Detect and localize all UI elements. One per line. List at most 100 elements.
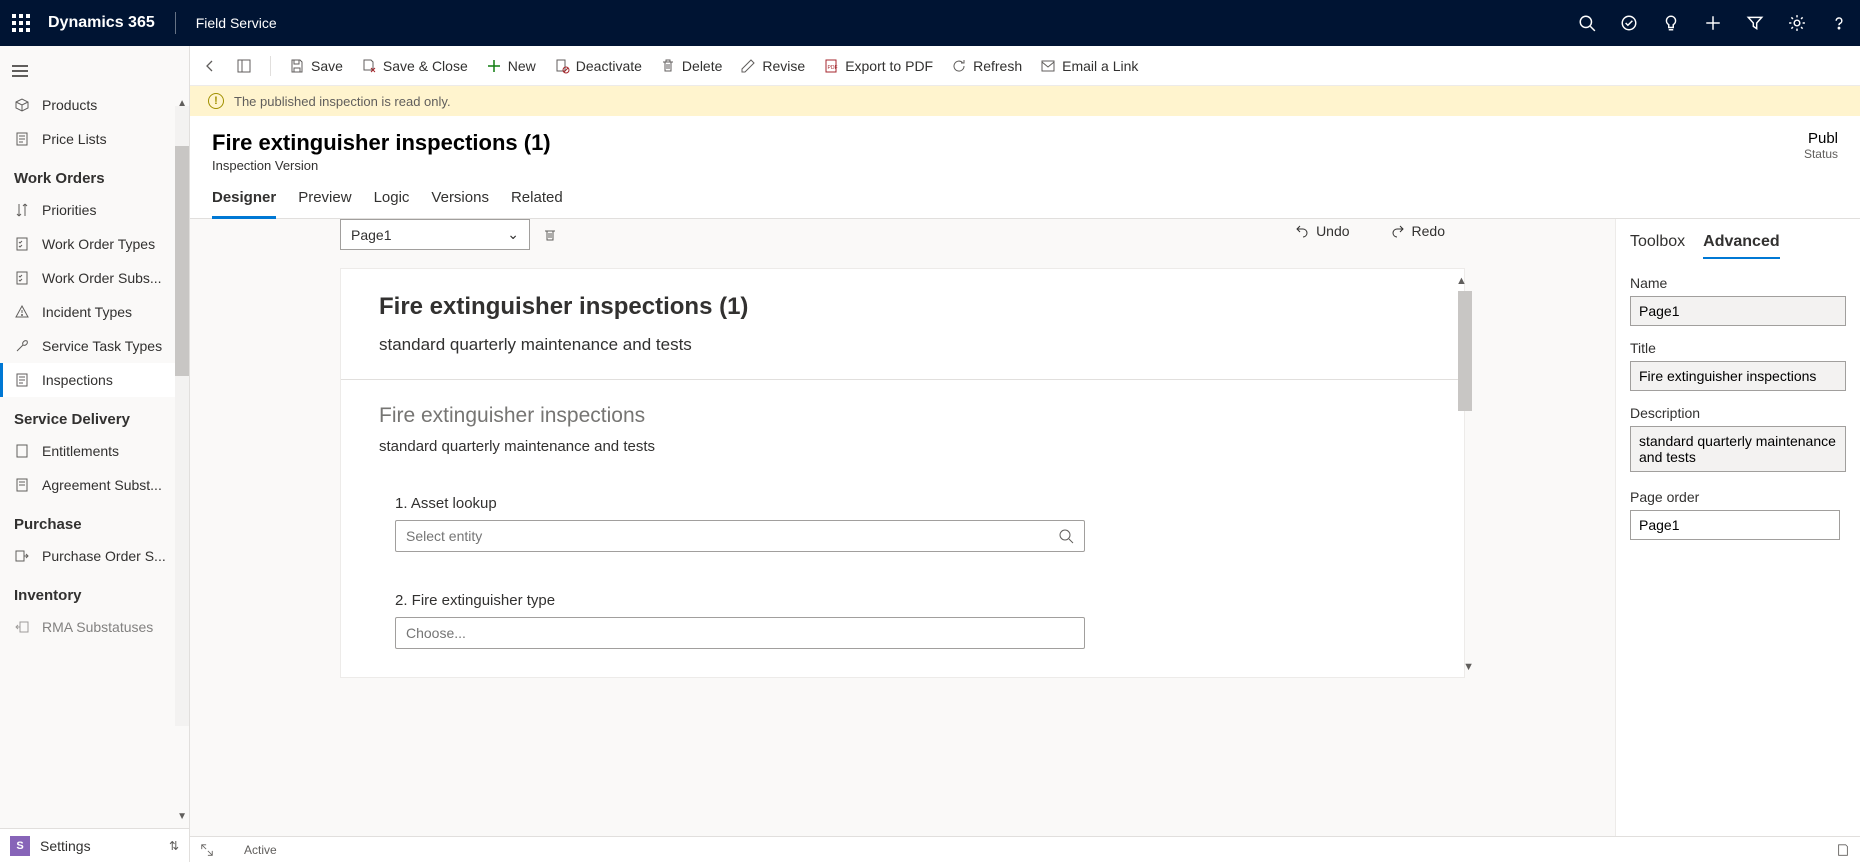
redo-button[interactable]: Redo [1390, 223, 1445, 239]
search-icon[interactable] [1578, 14, 1596, 32]
sidebar-item-rma-substatuses[interactable]: RMA Substatuses [0, 610, 189, 644]
tab-logic[interactable]: Logic [374, 189, 410, 218]
scroll-down-caret[interactable]: ▼ [1463, 661, 1474, 673]
sidebar-item-label: Work Order Subs... [42, 270, 162, 286]
wrench-icon [14, 338, 30, 354]
sidebar-item-service-task-types[interactable]: Service Task Types [0, 329, 189, 363]
main-area: Save Save & Close New Deactivate Delete … [190, 46, 1860, 862]
name-input[interactable] [1630, 296, 1846, 326]
topbar-actions [1578, 14, 1848, 32]
undo-button[interactable]: Undo [1294, 223, 1349, 239]
divider [175, 12, 176, 34]
sidebar-item-incident-types[interactable]: Incident Types [0, 295, 189, 329]
new-button[interactable]: New [486, 58, 536, 74]
divider [341, 379, 1464, 380]
delete-page-button[interactable] [542, 227, 558, 243]
doc-icon [14, 131, 30, 147]
card-title: Fire extinguisher inspections (1) [379, 293, 1426, 321]
sidebar-item-priorities[interactable]: Priorities [0, 193, 189, 227]
page-order-label: Page order [1630, 489, 1846, 505]
deactivate-button[interactable]: Deactivate [554, 58, 642, 74]
sidebar-footer[interactable]: S Settings ⇅ [0, 828, 189, 862]
mail-icon [1040, 58, 1056, 74]
sidebar-item-label: Inspections [42, 372, 113, 388]
updown-icon[interactable]: ⇅ [169, 839, 179, 853]
pdf-icon: PDF [823, 58, 839, 74]
description-input[interactable]: standard quarterly maintenance and tests [1630, 426, 1846, 472]
sidebar-item-label: Priorities [42, 202, 96, 218]
save-status-icon[interactable] [1836, 843, 1850, 857]
sidebar-item-entitlements[interactable]: Entitlements [0, 434, 189, 468]
sidebar-item-wo-types[interactable]: Work Order Types [0, 227, 189, 261]
question-1-label: 1. Asset lookup [395, 495, 1426, 512]
tab-related[interactable]: Related [511, 189, 563, 218]
description-label: Description [1630, 405, 1846, 421]
gear-icon[interactable] [1788, 14, 1806, 32]
refresh-button[interactable]: Refresh [951, 58, 1022, 74]
settings-badge: S [10, 836, 30, 856]
sidebar-item-price-lists[interactable]: Price Lists [0, 122, 189, 156]
asset-lookup-field[interactable] [406, 528, 1058, 544]
title-label: Title [1630, 340, 1846, 356]
tab-advanced[interactable]: Advanced [1703, 233, 1779, 259]
delete-button[interactable]: Delete [660, 58, 722, 74]
asset-lookup-input[interactable] [395, 520, 1085, 552]
page-selector[interactable]: Page1⌄ [340, 219, 530, 250]
app-launcher-icon[interactable] [12, 14, 30, 32]
filter-icon[interactable] [1746, 14, 1764, 32]
back-button[interactable] [202, 58, 218, 74]
tab-toolbox[interactable]: Toolbox [1630, 233, 1685, 259]
sidebar-item-products[interactable]: Products [0, 88, 189, 122]
brand-label: Dynamics 365 [48, 14, 155, 32]
title-input[interactable] [1630, 361, 1846, 391]
help-icon[interactable] [1830, 14, 1848, 32]
tab-preview[interactable]: Preview [298, 189, 351, 218]
search-icon [1058, 528, 1074, 544]
tab-versions[interactable]: Versions [431, 189, 489, 218]
sidebar-item-purchase-order[interactable]: Purchase Order S... [0, 539, 189, 573]
sidebar-item-agreement-subst[interactable]: Agreement Subst... [0, 468, 189, 502]
name-label: Name [1630, 275, 1846, 291]
cmd-label: Export to PDF [845, 58, 933, 74]
panel-button[interactable] [236, 58, 252, 74]
sidebar-item-label: Products [42, 97, 97, 113]
status-bar: Active [190, 836, 1860, 862]
save-icon [289, 58, 305, 74]
back-icon [202, 58, 218, 74]
warn-icon [14, 304, 30, 320]
svg-text:PDF: PDF [828, 65, 838, 71]
page-order-input[interactable] [1630, 510, 1840, 540]
sidebar-item-inspections[interactable]: Inspections [0, 363, 189, 397]
revise-button[interactable]: Revise [740, 58, 805, 74]
clipboard-icon [14, 270, 30, 286]
refresh-icon [951, 58, 967, 74]
expand-icon[interactable] [200, 843, 214, 857]
sidebar-item-wo-subs[interactable]: Work Order Subs... [0, 261, 189, 295]
scroll-down-caret[interactable]: ▼ [177, 811, 187, 822]
email-link-button[interactable]: Email a Link [1040, 58, 1138, 74]
save-close-button[interactable]: Save & Close [361, 58, 468, 74]
extinguisher-type-field[interactable] [406, 625, 1074, 641]
trash-icon [660, 58, 676, 74]
extinguisher-type-input[interactable] [395, 617, 1085, 649]
record-header: Fire extinguisher inspections (1) Inspec… [190, 116, 1860, 173]
deactivate-icon [554, 58, 570, 74]
tab-designer[interactable]: Designer [212, 189, 276, 219]
pencil-icon [740, 58, 756, 74]
top-bar: Dynamics 365 Field Service [0, 0, 1860, 46]
sidebar-item-label: Entitlements [42, 443, 119, 459]
plus-icon[interactable] [1704, 14, 1722, 32]
clipboard-icon [14, 372, 30, 388]
hamburger-icon[interactable] [0, 46, 189, 88]
sidebar-scrollbar[interactable] [175, 106, 189, 726]
cube-icon [14, 97, 30, 113]
lightbulb-icon[interactable] [1662, 14, 1680, 32]
status-state: Active [244, 843, 277, 857]
save-button[interactable]: Save [289, 58, 343, 74]
sidebar-item-label: RMA Substatuses [42, 619, 153, 635]
task-icon[interactable] [1620, 14, 1638, 32]
card-scrollbar[interactable]: ▲ [1456, 275, 1474, 411]
cmd-label: Save & Close [383, 58, 468, 74]
status-value: Publ [1804, 130, 1838, 147]
export-pdf-button[interactable]: PDF Export to PDF [823, 58, 933, 74]
